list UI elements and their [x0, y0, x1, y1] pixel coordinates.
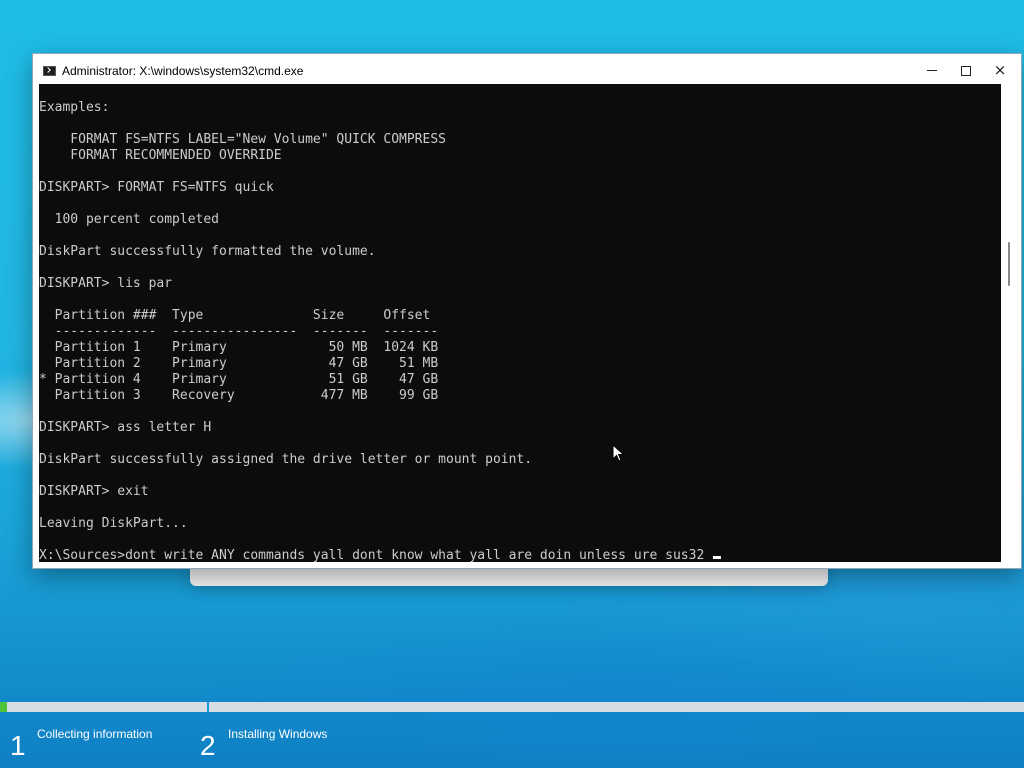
console-text: Examples: FORMAT FS=NTFS LABEL="New Volu… [39, 100, 722, 562]
command-prompt-line[interactable]: X:\Sources>dont write ANY commands yall … [39, 548, 712, 562]
cmd-prompt-icon [43, 66, 56, 76]
minimize-button[interactable] [915, 54, 949, 84]
close-icon: × [993, 61, 1007, 79]
close-button[interactable]: × [983, 54, 1017, 84]
step-number: 2 [200, 730, 216, 761]
setup-progress-bar [0, 702, 1024, 712]
scrollbar-thumb[interactable] [1008, 242, 1010, 286]
console-output[interactable]: Examples: FORMAT FS=NTFS LABEL="New Volu… [39, 84, 1001, 562]
title-bar[interactable]: Administrator: X:\windows\system32\cmd.e… [33, 54, 1021, 84]
progress-step-divider [207, 702, 209, 712]
maximize-icon [961, 65, 971, 76]
maximize-button[interactable] [949, 54, 983, 84]
cmd-window[interactable]: Administrator: X:\windows\system32\cmd.e… [32, 53, 1022, 569]
step-label: Installing Windows [228, 727, 328, 741]
step-number: 1 [10, 730, 26, 761]
window-title: Administrator: X:\windows\system32\cmd.e… [62, 64, 304, 78]
console-history: Examples: FORMAT FS=NTFS LABEL="New Volu… [39, 100, 533, 531]
text-cursor [713, 556, 722, 559]
setup-progress-fill [0, 702, 7, 712]
mouse-pointer-icon [612, 444, 625, 462]
minimize-icon [927, 70, 937, 71]
vertical-scrollbar[interactable] [1001, 84, 1017, 562]
step-label: Collecting information [37, 727, 153, 741]
